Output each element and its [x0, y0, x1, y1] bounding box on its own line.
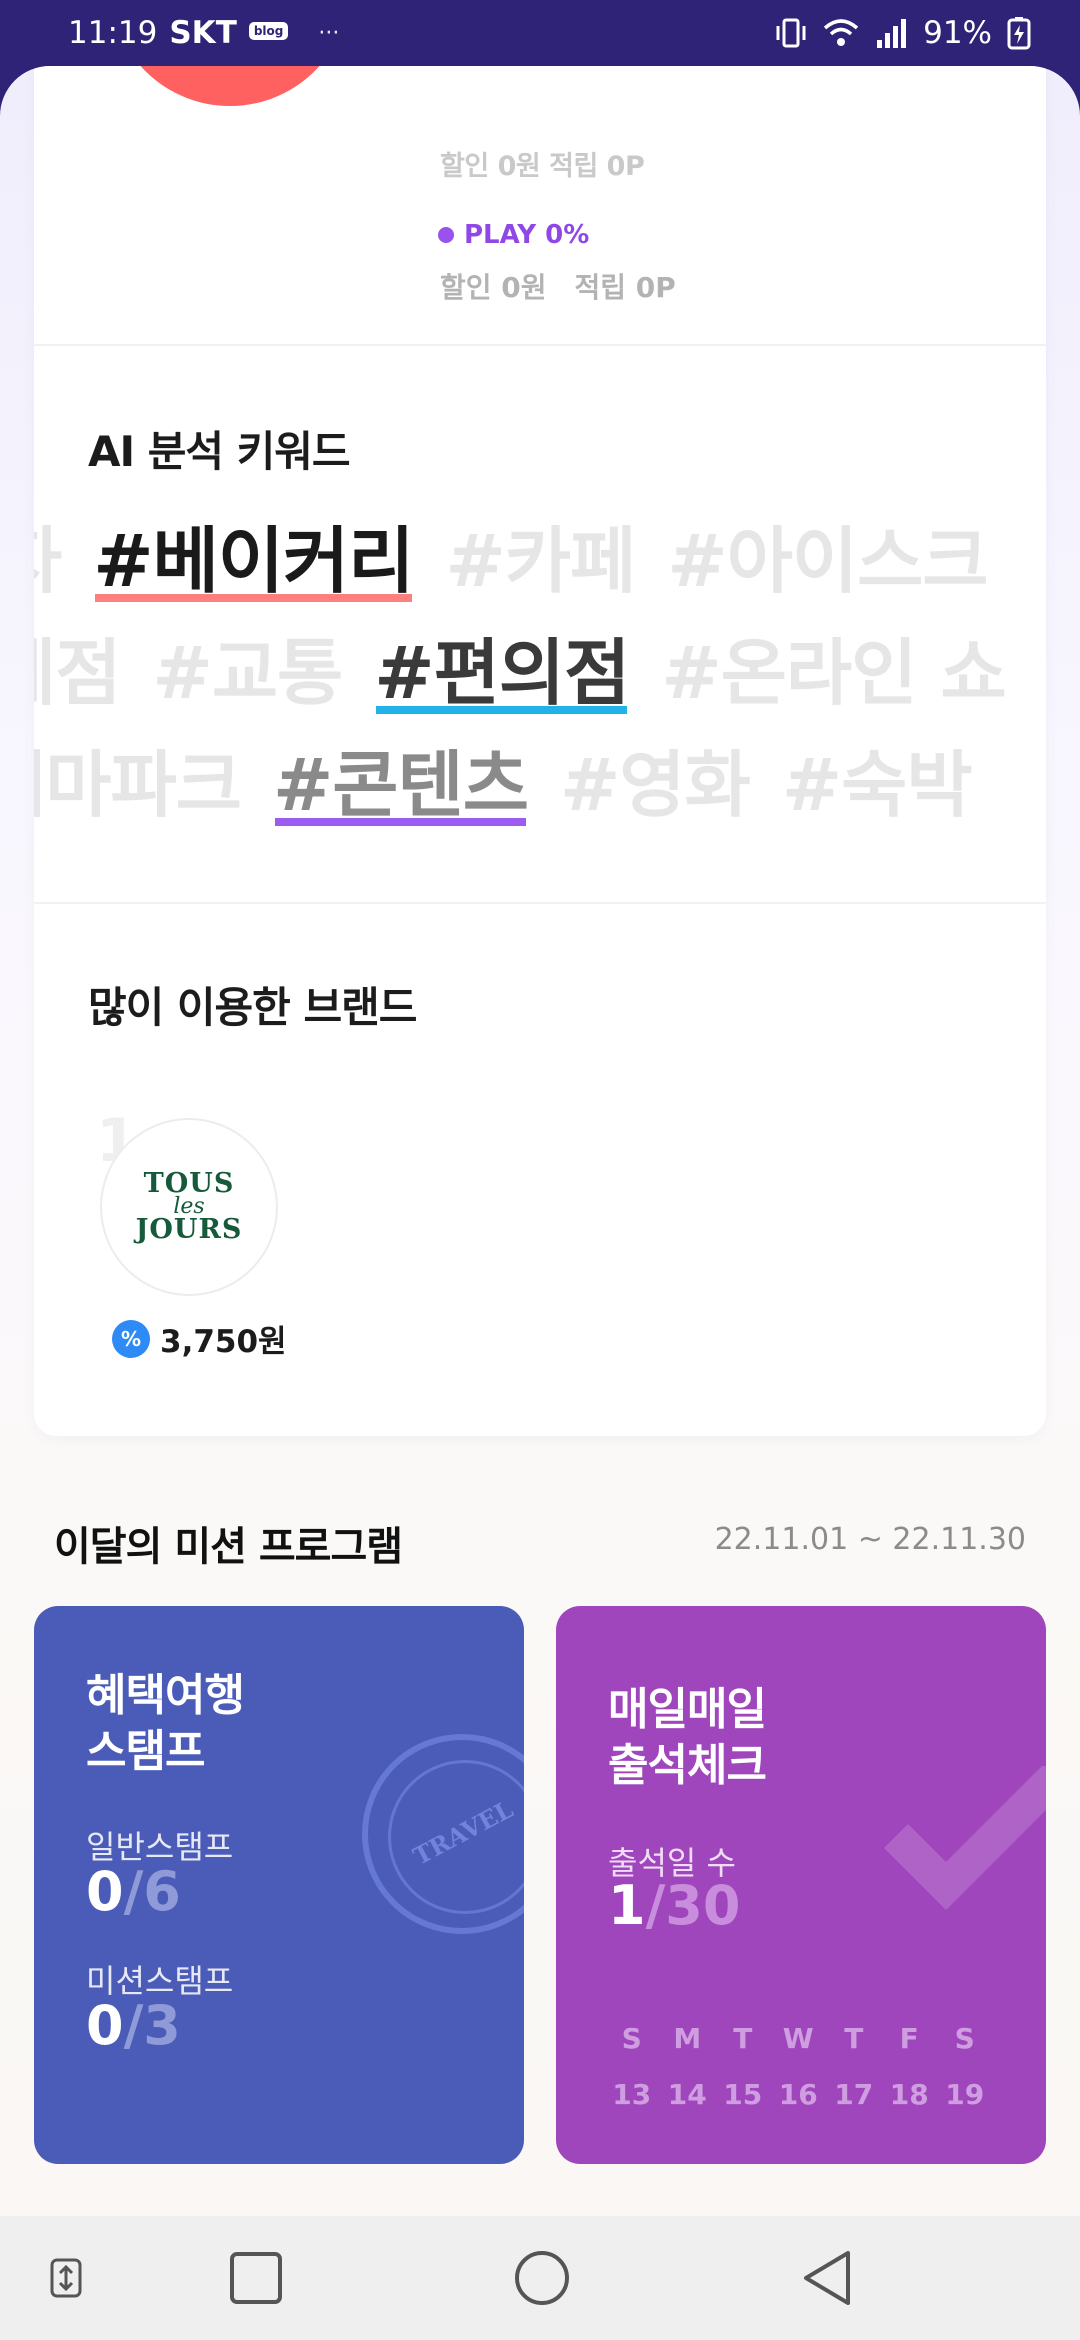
play-points: 적립 0P [574, 271, 676, 304]
keyword-underline [274, 818, 527, 826]
keyword-tag: #영화 [560, 743, 751, 826]
checkmark-icon [883, 1766, 1046, 1911]
brand-amount-value: 3,750원 [160, 1324, 287, 1360]
play-discount: 할인 0원 [440, 271, 547, 304]
benefit-analysis-card: 할인 0원 적립 0P PLAY 0% 할인 0원 적립 0P AI 분석 키워… [34, 66, 1046, 1436]
keyword-tag: #편의점 [374, 631, 630, 714]
play-summary: 할인 0원 적립 0P [440, 266, 676, 306]
weekday-label: M [673, 2022, 702, 2055]
top-brands-title: 많이 이용한 브랜드 [88, 983, 417, 1032]
keyword-tag: #온라인 쇼 [661, 631, 1006, 714]
brand-logo-tous-les-jours[interactable]: TOUS les JOURS [100, 1118, 278, 1296]
weekday-label: W [782, 2022, 814, 2055]
signal-icon [877, 19, 907, 48]
keyword-tag: #베이커리 [93, 519, 415, 602]
divider [34, 902, 1046, 904]
date-cell: 14 [667, 2078, 707, 2111]
attendance-check-card[interactable]: 매일매일 출석체크 출석일 수 1/30 SMTWTFS 13 14 15 16 17 1… [556, 1606, 1046, 2164]
date-cell: 18 [889, 2078, 929, 2111]
home-icon[interactable] [510, 2246, 574, 2310]
weekday-label: T [733, 2022, 753, 2055]
bottom-sheet[interactable]: 할인 0원 적립 0P PLAY 0% 할인 0원 적립 0P AI 분석 키워… [0, 66, 1080, 2216]
status-bar: 11:19 SKT blog ··· 91% [0, 0, 1080, 66]
weekday-header: SMTWTFS [604, 2022, 993, 2055]
battery-charging-icon [1007, 17, 1031, 50]
week-dates: 13 14 15 16 17 18 19 [604, 2078, 993, 2111]
category-summary-line: 할인 0원 적립 0P [440, 151, 645, 182]
vibrate-icon [776, 18, 806, 48]
play-category-legend: PLAY 0% [438, 220, 589, 250]
keyword-tag: #카페 [445, 519, 637, 602]
keyword-tag: 세점 [34, 631, 121, 714]
keyword-tag: #콘텐츠 [272, 743, 529, 826]
date-cell: 15 [723, 2078, 763, 2111]
keyword-underline [95, 594, 412, 602]
system-navigation-bar [0, 2216, 1080, 2340]
ai-keywords-title: AI 분석 키워드 [88, 427, 351, 476]
discount-badge-icon: % [112, 1319, 150, 1358]
rotate-icon[interactable] [34, 2246, 98, 2310]
weekday-label: F [899, 2022, 919, 2055]
play-dot-icon [438, 227, 454, 243]
keyword-row-1: 자 #베이커리 #카페 #아이스크 [34, 502, 1046, 602]
stamp-card-title: 혜택여행 스탬프 [86, 1670, 245, 1777]
clock: 11:19 [68, 15, 158, 51]
keyword-tag: 자 [34, 502, 62, 602]
keyword-row-3: 테마파크 #콘텐츠 #영화 #숙박 [34, 726, 1046, 826]
more-notifications-icon: ··· [318, 20, 340, 46]
back-icon[interactable] [796, 2246, 860, 2310]
date-cell: 17 [834, 2078, 874, 2111]
recents-icon[interactable] [224, 2246, 288, 2310]
keyword-tag: #숙박 [781, 743, 973, 826]
weekday-label: S [954, 2022, 975, 2055]
keyword-underline [376, 706, 628, 714]
blog-notification-icon: blog [248, 22, 289, 40]
keyword-row-2: 세점 #교통 #편의점 #온라인 쇼 [34, 614, 1046, 714]
weekday-label: T [844, 2022, 864, 2055]
brand-savings: % 3,750원 [112, 1316, 287, 1361]
stamp-travel-card[interactable]: 혜택여행 스탬프 TRAVEL 일반스탬프 0/6 미션스탬프 0/3 [34, 1606, 524, 2164]
carrier-label: SKT [169, 15, 237, 51]
keyword-tag: 테마파크 [34, 743, 242, 826]
travel-stamp-icon: TRAVEL [362, 1734, 524, 1934]
date-cell: 13 [612, 2078, 652, 2111]
weekday-label: S [621, 2022, 642, 2055]
date-cell: 19 [945, 2078, 985, 2111]
usage-donut-chart [110, 66, 350, 106]
attendance-days-count: 1/30 [608, 1874, 741, 1937]
general-stamp-count: 0/6 [86, 1860, 181, 1923]
mission-section-title: 이달의 미션 프로그램 [54, 1524, 403, 1570]
mission-stamp-count: 0/3 [86, 1994, 181, 2057]
attendance-card-title: 매일매일 출석체크 [608, 1684, 767, 1791]
keyword-tag: #아이스크 [667, 519, 988, 602]
keyword-tag: #교통 [152, 631, 343, 714]
date-cell: 16 [778, 2078, 818, 2111]
battery-percent: 91% [923, 15, 992, 51]
divider [34, 344, 1046, 346]
play-label: PLAY 0% [464, 220, 590, 250]
wifi-icon [823, 19, 859, 46]
mission-period: 22.11.01 ~ 22.11.30 [714, 1522, 1026, 1557]
